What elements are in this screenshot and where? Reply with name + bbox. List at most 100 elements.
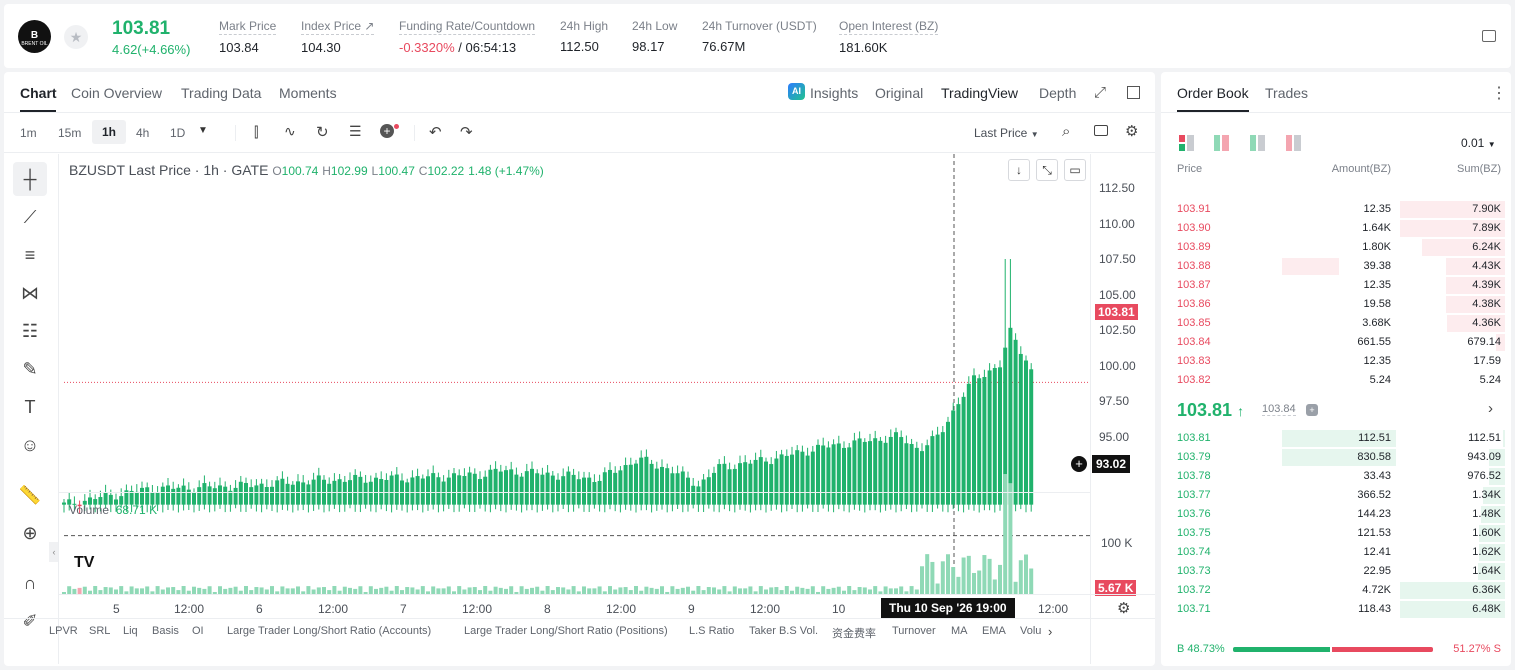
ask-row[interactable]: 103.88 39.38 4.43K [1161, 257, 1511, 276]
interval-4h[interactable]: 4h [136, 126, 149, 140]
indicator-chip[interactable]: Large Trader Long/Short Ratio (Accounts) [227, 625, 431, 637]
candle-type-icon[interactable]: ⫿ [254, 124, 258, 141]
indicator-chip[interactable]: L.S Ratio [689, 625, 734, 637]
bid-row[interactable]: 103.79 830.58 943.09 [1161, 448, 1511, 467]
crosshair-tool-icon[interactable]: ┼ [13, 162, 47, 196]
interval-1h[interactable]: 1h [92, 120, 126, 144]
indicator-chip[interactable]: 资金费率 [832, 625, 876, 641]
candle-body [665, 468, 670, 505]
bid-row[interactable]: 103.73 22.95 1.64K [1161, 562, 1511, 581]
precision-select[interactable]: 0.01 ▼ [1461, 136, 1496, 150]
volume-bar [670, 586, 675, 594]
ask-row[interactable]: 103.84 661.55 679.14 [1161, 333, 1511, 352]
indicator-chip[interactable]: OI [192, 625, 204, 637]
view-original[interactable]: Original [875, 85, 923, 101]
ask-row[interactable]: 103.82 5.24 5.24 [1161, 371, 1511, 390]
candle-body [842, 447, 846, 505]
book-icon[interactable] [1482, 30, 1496, 42]
camera-icon[interactable] [1094, 125, 1108, 136]
expand-icon[interactable]: ⤢ [1094, 84, 1106, 101]
ask-row[interactable]: 103.83 12.35 17.59 [1161, 352, 1511, 371]
undo-icon[interactable]: ↶ [429, 123, 442, 141]
brush-tool-icon[interactable]: ✎ [13, 352, 47, 386]
ask-row[interactable]: 103.87 12.35 4.39K [1161, 276, 1511, 295]
view-both-icon[interactable] [1179, 135, 1195, 151]
indicator-chip[interactable]: EMA [982, 625, 1006, 637]
refresh-icon[interactable]: ↻ [316, 123, 329, 141]
bid-row[interactable]: 103.72 4.72K 6.36K [1161, 581, 1511, 600]
add-indicator-icon[interactable]: + [380, 124, 394, 138]
indicator-chip[interactable]: SRL [89, 625, 110, 637]
ask-row[interactable]: 103.91 12.35 7.90K [1161, 200, 1511, 219]
view-depth[interactable]: Depth [1039, 85, 1076, 101]
bid-row[interactable]: 103.71 118.43 6.48K [1161, 600, 1511, 619]
ask-row[interactable]: 103.90 1.64K 7.89K [1161, 219, 1511, 238]
lock-draw-tool-icon[interactable]: ✐ [13, 604, 47, 638]
chart-settings-icon[interactable]: ⚙ [1117, 599, 1130, 617]
view-tradingview[interactable]: TradingView [941, 85, 1018, 101]
zoom-tool-icon[interactable]: ⊕ [13, 516, 47, 550]
bid-row[interactable]: 103.77 366.52 1.34K [1161, 486, 1511, 505]
fib-tool-icon[interactable]: ☷ [13, 314, 47, 348]
chevron-right-icon[interactable]: › [1488, 400, 1493, 417]
trendline-tool-icon[interactable]: ⟋ [13, 200, 47, 234]
view-asks-icon[interactable] [1286, 135, 1302, 151]
magnet-tool-icon[interactable]: ∩ [13, 566, 47, 600]
interval-1d[interactable]: 1D [170, 126, 185, 140]
indicator-chip[interactable]: LPVR [49, 625, 78, 637]
volume-bar [431, 586, 436, 594]
volume-bar [836, 586, 841, 594]
ask-row[interactable]: 103.85 3.68K 4.36K [1161, 314, 1511, 333]
interval-dropdown-icon[interactable]: ▼ [198, 125, 208, 136]
candlestick-chart[interactable] [59, 154, 1155, 666]
bid-row[interactable]: 103.81 112.51 112.51 [1161, 429, 1511, 448]
emoji-tool-icon[interactable]: ☺ [13, 428, 47, 462]
indicator-chip[interactable]: Volu [1020, 625, 1041, 637]
last-price-select[interactable]: Last Price ▼ [974, 126, 1039, 140]
ruler-tool-icon[interactable]: 📏 [13, 478, 47, 512]
tab-trading-data[interactable]: Trading Data [181, 85, 261, 101]
settings-gear-icon[interactable]: ⚙ [1125, 122, 1138, 140]
search-icon[interactable]: ⌕ [1062, 123, 1070, 140]
indicator-chip[interactable]: Large Trader Long/Short Ratio (Positions… [464, 625, 668, 637]
candle-body [316, 475, 321, 505]
bid-row[interactable]: 103.78 33.43 976.52 [1161, 467, 1511, 486]
indicator-chip[interactable]: Liq [123, 625, 138, 637]
bid-row[interactable]: 103.76 144.23 1.48K [1161, 505, 1511, 524]
text-tool-icon[interactable]: T [13, 390, 47, 424]
pattern-tool-icon[interactable]: ⋈ [13, 276, 47, 310]
tab-trades[interactable]: Trades [1265, 85, 1308, 101]
stat-index-price[interactable]: Index Price ↗ 104.30 [301, 19, 375, 55]
template-icon[interactable]: ☰ [349, 123, 362, 140]
ask-row[interactable]: 103.89 1.80K 6.24K [1161, 238, 1511, 257]
price-axis-divider [1090, 154, 1091, 664]
view-insights[interactable]: Insights [810, 85, 858, 101]
bid-row[interactable]: 103.74 12.41 1.62K [1161, 543, 1511, 562]
favorite-star-icon[interactable]: ★ [64, 25, 88, 49]
ask-row[interactable]: 103.86 19.58 4.38K [1161, 295, 1511, 314]
row-price: 103.72 [1177, 584, 1211, 596]
volume-bar [582, 586, 586, 594]
indicators-next-icon[interactable]: › [1048, 624, 1052, 639]
indicator-chip[interactable]: Taker B.S Vol. [749, 625, 818, 637]
add-alert-icon[interactable]: + [1071, 456, 1087, 472]
horizontal-lines-tool-icon[interactable]: ≡ [13, 238, 47, 272]
window-icon[interactable] [1127, 86, 1140, 99]
volume-bar [686, 586, 690, 594]
interval-15m[interactable]: 15m [58, 126, 81, 140]
more-options-icon[interactable]: ⋮ [1491, 83, 1507, 103]
view-both-alt-icon[interactable] [1214, 135, 1230, 151]
tab-coin-overview[interactable]: Coin Overview [71, 85, 162, 101]
indicators-icon[interactable]: ∿ [284, 123, 296, 140]
interval-1m[interactable]: 1m [20, 126, 37, 140]
tab-moments[interactable]: Moments [279, 85, 337, 101]
tab-order-book[interactable]: Order Book [1177, 85, 1249, 101]
indicator-chip[interactable]: Basis [152, 625, 179, 637]
indicator-chip[interactable]: MA [951, 625, 968, 637]
indicator-chip[interactable]: Turnover [892, 625, 936, 637]
view-bids-icon[interactable] [1250, 135, 1266, 151]
redo-icon[interactable]: ↷ [460, 123, 473, 141]
tab-chart[interactable]: Chart [20, 85, 57, 101]
bid-row[interactable]: 103.75 121.53 1.60K [1161, 524, 1511, 543]
candle-body [218, 485, 222, 505]
